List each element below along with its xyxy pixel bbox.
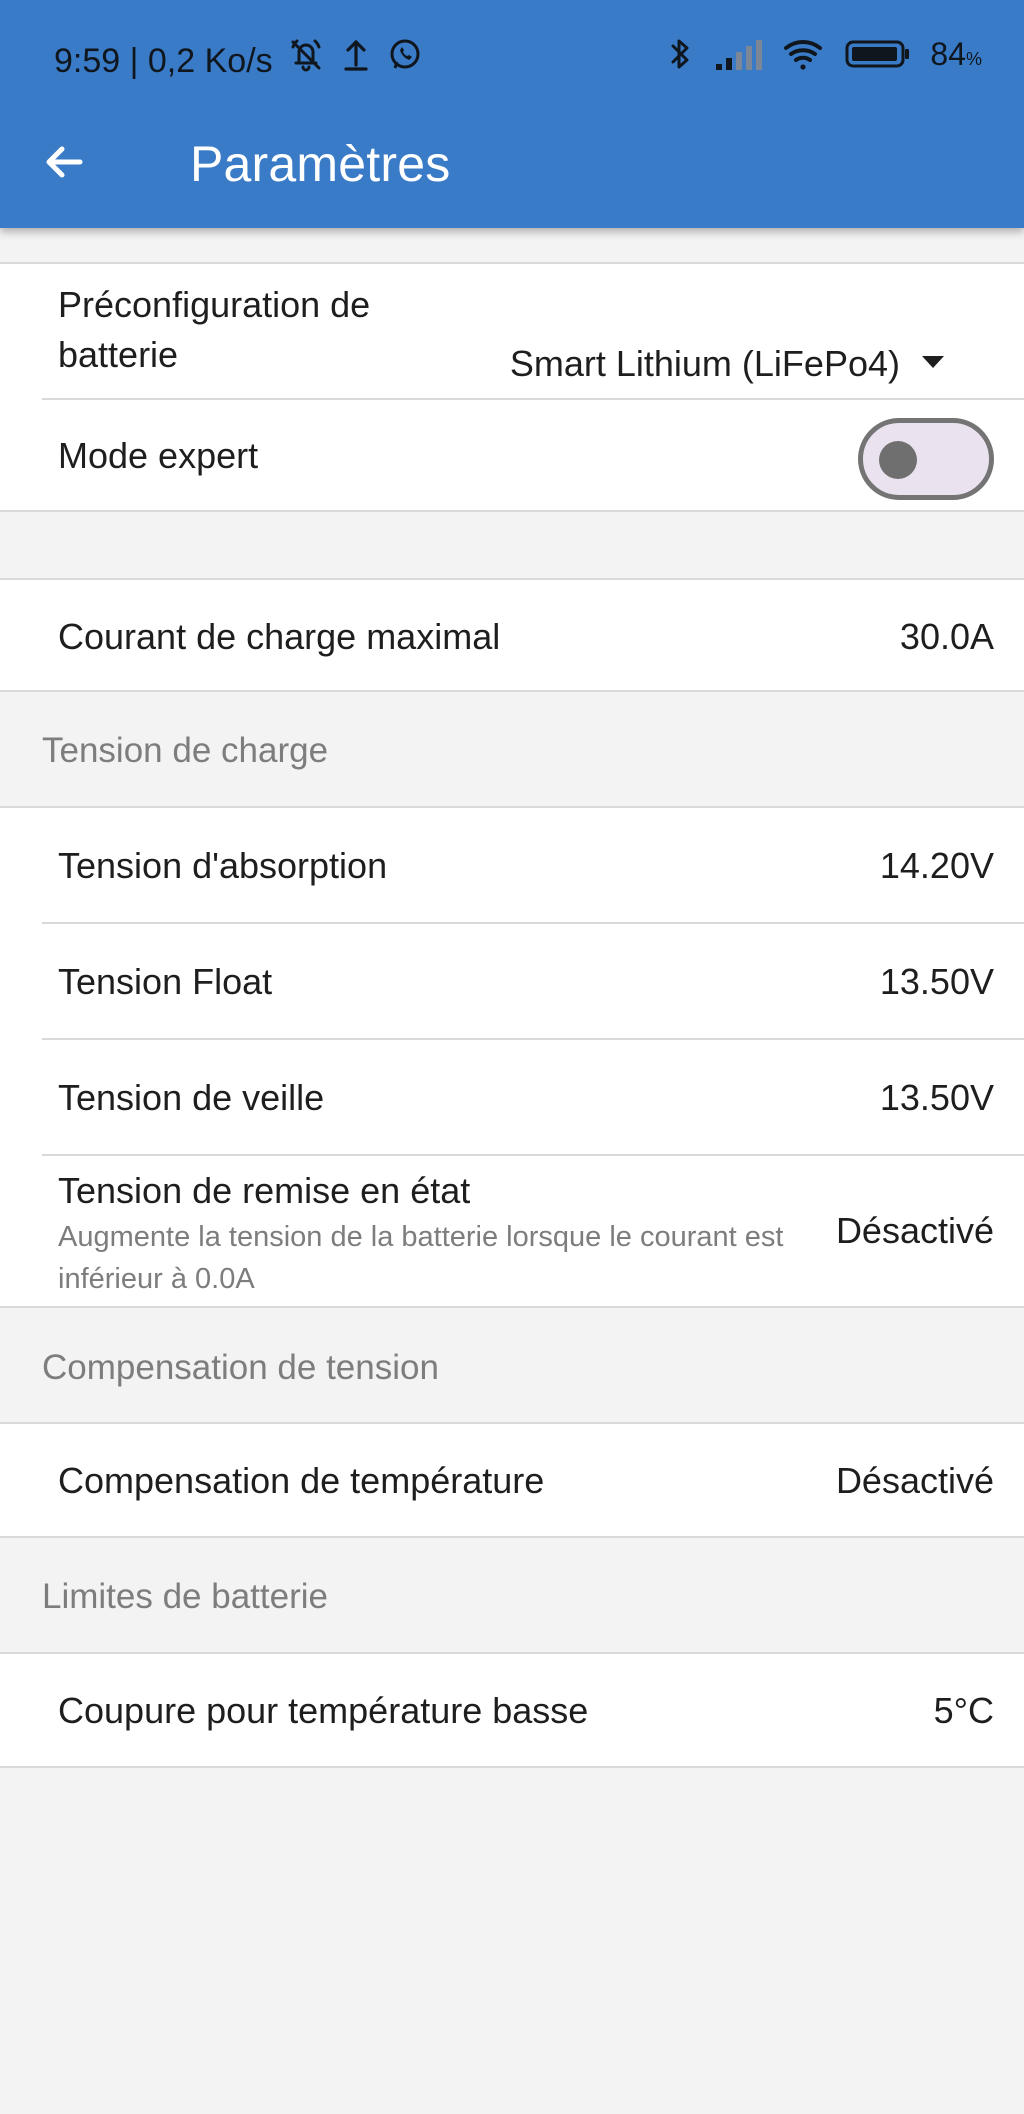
temperature-compensation-value: Désactivé (835, 1460, 994, 1501)
toggle-knob (879, 441, 917, 479)
absorption-voltage-row[interactable]: Tension d'absorption 14.20V (0, 808, 1024, 924)
voltage-compensation-card: Compensation de température Désactivé (0, 1422, 1024, 1538)
expert-mode-toggle[interactable] (858, 418, 994, 500)
battery-percent-suffix: % (965, 48, 982, 69)
status-time-network: 9:59 | 0,2 Ko/s (54, 41, 273, 80)
float-voltage-row[interactable]: Tension Float 13.50V (0, 924, 1024, 1040)
battery-preset-row[interactable]: Préconfiguration de batterie Smart Lithi… (0, 264, 1024, 400)
upload-icon (339, 35, 373, 86)
battery-percentage: 84% (930, 32, 982, 81)
battery-icon (844, 37, 912, 76)
reconditioning-description: Augmente la tension de la batterie lorsq… (58, 1221, 784, 1295)
whatsapp-icon (385, 35, 425, 86)
status-left: 9:59 | 0,2 Ko/s (54, 34, 425, 87)
battery-preset-label: Préconfiguration de batterie (58, 284, 371, 375)
max-charge-current-row[interactable]: Courant de charge maximal 30.0A (0, 580, 1024, 692)
toolbar: Paramètres (0, 110, 1024, 228)
wifi-icon (780, 36, 826, 77)
expert-mode-row[interactable]: Mode expert (0, 400, 1024, 512)
voltage-compensation-section-title: Compensation de tension (42, 1348, 439, 1387)
signal-icon (712, 36, 763, 77)
app-bar: 9:59 | 0,2 Ko/s 84% Paramètres (0, 0, 1024, 228)
battery-limits-card: Coupure pour température basse 5°C (0, 1652, 1024, 1768)
low-temperature-cutoff-value: 5°C (933, 1690, 994, 1731)
max-charge-current-value: 30.0A (899, 616, 994, 657)
reconditioning-voltage-value: Désactivé (835, 1210, 994, 1251)
max-charge-current-label: Courant de charge maximal (58, 616, 501, 657)
status-bar: 9:59 | 0,2 Ko/s 84% (0, 0, 1024, 110)
temperature-compensation-label: Compensation de température (58, 1460, 545, 1501)
battery-percent-value: 84 (930, 35, 966, 72)
page-title: Paramètres (190, 136, 451, 192)
low-temperature-cutoff-label: Coupure pour température basse (58, 1690, 589, 1731)
battery-preset-dropdown[interactable]: Smart Lithium (LiFePo4) (510, 340, 946, 388)
battery-limits-section-title: Limites de batterie (42, 1577, 328, 1616)
back-button[interactable] (34, 134, 94, 194)
charge-voltage-card: Tension d'absorption 14.20V Tension Floa… (0, 806, 1024, 1308)
bluetooth-icon (666, 33, 694, 80)
low-temperature-cutoff-row[interactable]: Coupure pour température basse 5°C (0, 1654, 1024, 1766)
expert-mode-label: Mode expert (58, 435, 259, 476)
reconditioning-voltage-row[interactable]: Tension de remise en état Augmente la te… (0, 1156, 1024, 1308)
reconditioning-voltage-label: Tension de remise en état (58, 1170, 471, 1211)
temperature-compensation-row[interactable]: Compensation de température Désactivé (0, 1424, 1024, 1536)
mute-notification-icon (285, 34, 327, 87)
storage-voltage-label: Tension de veille (58, 1077, 325, 1118)
storage-voltage-value: 13.50V (879, 1077, 994, 1118)
arrow-left-icon (39, 137, 89, 192)
storage-voltage-row[interactable]: Tension de veille 13.50V (0, 1040, 1024, 1156)
absorption-voltage-value: 14.20V (879, 845, 994, 886)
top-spacer (0, 228, 1024, 262)
battery-preset-value: Smart Lithium (LiFePo4) (509, 343, 900, 384)
dropdown-triangle-icon (920, 354, 946, 375)
float-voltage-label: Tension Float (58, 961, 273, 1002)
settings-content: Préconfiguration de batterie Smart Lithi… (0, 228, 1024, 2114)
battery-configuration-card: Préconfiguration de batterie Smart Lithi… (0, 262, 1024, 512)
absorption-voltage-label: Tension d'absorption (58, 845, 388, 886)
max-charge-current-card: Courant de charge maximal 30.0A (0, 578, 1024, 692)
float-voltage-value: 13.50V (879, 961, 994, 1002)
status-right: 84% (666, 34, 982, 78)
charge-voltage-section-title: Tension de charge (42, 731, 329, 770)
